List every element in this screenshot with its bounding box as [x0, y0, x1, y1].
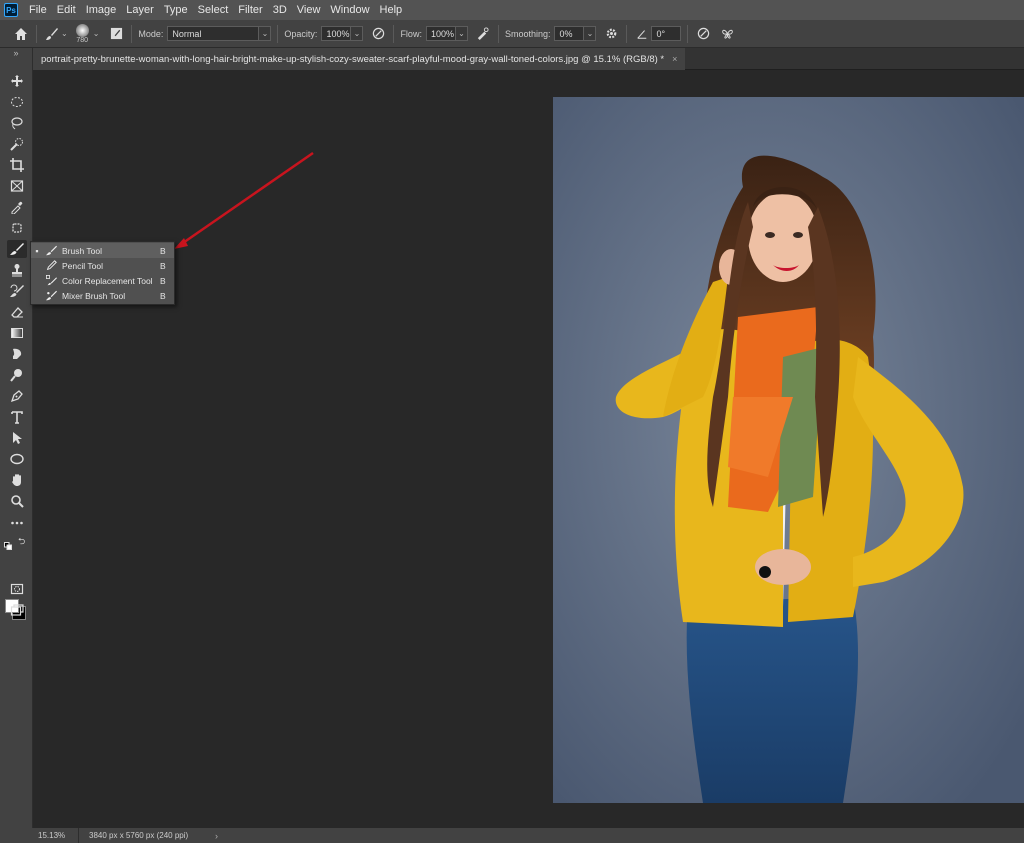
- gear-icon[interactable]: [602, 25, 620, 43]
- zoom-level[interactable]: 15.13%: [33, 828, 79, 843]
- move-tool-icon[interactable]: [7, 72, 27, 90]
- document-info: 3840 px x 5760 px (240 ppi): [89, 831, 189, 840]
- clone-stamp-tool-icon[interactable]: [7, 261, 27, 279]
- angle-icon: [633, 25, 651, 43]
- menu-type[interactable]: Type: [159, 4, 193, 16]
- document-tab-title: portrait-pretty-brunette-woman-with-long…: [41, 53, 665, 65]
- more-tools-icon[interactable]: [7, 514, 27, 532]
- chevron-down-icon[interactable]: ⌄: [61, 29, 68, 38]
- menu-bar: Ps File Edit Image Layer Type Select Fil…: [0, 0, 1024, 20]
- zoom-tool-icon[interactable]: [7, 492, 27, 510]
- document-tab-bar: portrait-pretty-brunette-woman-with-long…: [33, 48, 1024, 70]
- menu-select[interactable]: Select: [193, 4, 234, 16]
- lasso-tool-icon[interactable]: [7, 114, 27, 132]
- smudge-tool-icon[interactable]: [7, 345, 27, 363]
- quick-selection-tool-icon[interactable]: [7, 135, 27, 153]
- shortcut-key: B: [160, 275, 166, 286]
- color-replacement-icon: [43, 275, 59, 286]
- selected-bullet-icon: ▪: [35, 245, 39, 256]
- flyout-item-brush-tool[interactable]: ▪ Brush Tool B: [31, 243, 174, 258]
- brush-size-picker[interactable]: 780: [75, 23, 89, 44]
- status-bar: 15.13% 3840 px x 5760 px (240 ppi) ›: [33, 828, 1024, 843]
- flyout-label: Color Replacement Tool: [62, 275, 153, 286]
- chevron-down-icon[interactable]: ⌄: [351, 26, 364, 41]
- angle-input[interactable]: 0°: [651, 26, 682, 41]
- menu-layer[interactable]: Layer: [121, 4, 159, 16]
- brush-icon: [43, 245, 59, 256]
- crop-tool-icon[interactable]: [7, 156, 27, 174]
- shortcut-key: B: [160, 245, 166, 256]
- flow-label: Flow:: [400, 28, 422, 39]
- chevron-down-icon[interactable]: ⌄: [93, 29, 100, 38]
- chevron-right-icon[interactable]: ›: [215, 831, 218, 841]
- brush-tool-flyout: ▪ Brush Tool B Pencil Tool B Color Repla…: [30, 241, 175, 305]
- menu-3d[interactable]: 3D: [268, 4, 292, 16]
- eraser-tool-icon[interactable]: [7, 303, 27, 321]
- home-icon[interactable]: [12, 25, 30, 43]
- menu-view[interactable]: View: [292, 4, 326, 16]
- smoothing-input[interactable]: 0%: [554, 26, 585, 41]
- chevron-down-icon[interactable]: ⌄: [584, 26, 597, 41]
- marquee-tool-icon[interactable]: [7, 93, 27, 111]
- ellipse-tool-icon[interactable]: [7, 450, 27, 468]
- portrait-photo: [553, 97, 1024, 803]
- frame-tool-icon[interactable]: [7, 177, 27, 195]
- menu-file[interactable]: File: [24, 4, 52, 16]
- flyout-label: Brush Tool: [62, 245, 103, 256]
- healing-brush-tool-icon[interactable]: [7, 219, 27, 237]
- chevron-down-icon[interactable]: ⌄: [455, 26, 468, 41]
- chevron-down-icon[interactable]: ⌄: [259, 26, 272, 41]
- opacity-label: Opacity:: [284, 28, 318, 39]
- symmetry-butterfly-icon[interactable]: [718, 25, 736, 43]
- quick-mask-icon[interactable]: [7, 580, 27, 598]
- tools-panel: » ⮌: [0, 48, 33, 828]
- shortcut-key: B: [160, 260, 166, 271]
- screen-mode-icon[interactable]: [7, 601, 27, 619]
- mode-label: Mode:: [138, 28, 164, 39]
- brush-tool-icon[interactable]: [7, 240, 27, 258]
- document-image[interactable]: [553, 97, 1024, 803]
- collapse-panel-icon[interactable]: »: [0, 48, 32, 58]
- pen-tool-icon[interactable]: [7, 387, 27, 405]
- menu-edit[interactable]: Edit: [52, 4, 81, 16]
- menu-help[interactable]: Help: [375, 4, 408, 16]
- menu-window[interactable]: Window: [325, 4, 374, 16]
- flyout-label: Pencil Tool: [62, 260, 103, 271]
- photoshop-logo: Ps: [4, 3, 18, 17]
- pencil-icon: [43, 260, 59, 271]
- flyout-label: Mixer Brush Tool: [62, 290, 126, 301]
- brush-tip-icon: [75, 23, 89, 37]
- hand-tool-icon[interactable]: [7, 471, 27, 489]
- history-brush-tool-icon[interactable]: [7, 282, 27, 300]
- eyedropper-tool-icon[interactable]: [7, 198, 27, 216]
- menu-filter[interactable]: Filter: [233, 4, 267, 16]
- document-tab[interactable]: portrait-pretty-brunette-woman-with-long…: [33, 48, 686, 70]
- flyout-item-mixer-brush-tool[interactable]: Mixer Brush Tool B: [31, 288, 174, 303]
- status-bar-gutter: [0, 828, 33, 843]
- dodge-tool-icon[interactable]: [7, 366, 27, 384]
- mode-select[interactable]: Normal: [167, 26, 260, 41]
- close-icon[interactable]: ×: [672, 54, 677, 64]
- pressure-size-icon[interactable]: [694, 25, 712, 43]
- mixer-brush-icon: [43, 290, 59, 301]
- airbrush-icon[interactable]: [474, 25, 492, 43]
- pressure-opacity-icon[interactable]: [369, 25, 387, 43]
- default-colors-icon[interactable]: [4, 537, 12, 550]
- opacity-input[interactable]: 100%: [321, 26, 352, 41]
- path-selection-tool-icon[interactable]: [7, 429, 27, 447]
- gradient-tool-icon[interactable]: [7, 324, 27, 342]
- menu-image[interactable]: Image: [81, 4, 122, 16]
- shortcut-key: B: [160, 290, 166, 301]
- swap-colors-icon[interactable]: ⮌: [18, 537, 27, 546]
- flow-input[interactable]: 100%: [425, 26, 456, 41]
- brush-size-value: 780: [76, 36, 89, 44]
- type-tool-icon[interactable]: [7, 408, 27, 426]
- flyout-item-pencil-tool[interactable]: Pencil Tool B: [31, 258, 174, 273]
- brush-settings-panel-icon[interactable]: [107, 25, 125, 43]
- flyout-item-color-replacement-tool[interactable]: Color Replacement Tool B: [31, 273, 174, 288]
- smoothing-label: Smoothing:: [504, 28, 551, 39]
- options-bar: ⌄ 780 ⌄ Mode: Normal ⌄ Opacity: 100% ⌄ F…: [0, 20, 1024, 48]
- brush-preset-icon[interactable]: [43, 25, 61, 43]
